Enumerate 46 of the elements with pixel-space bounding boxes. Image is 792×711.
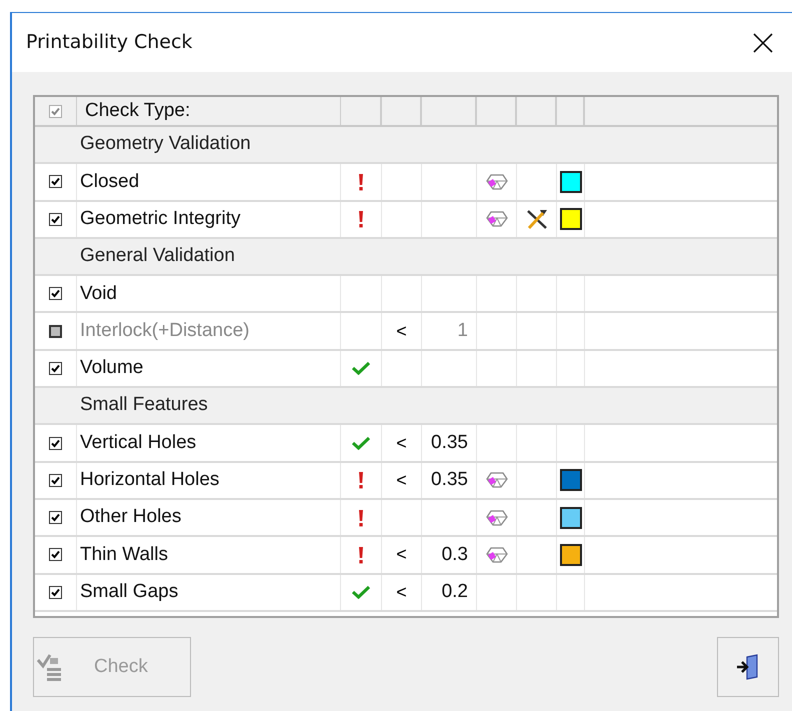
check-name: Small Gaps xyxy=(80,580,178,604)
checklist-icon xyxy=(36,652,64,682)
close-icon xyxy=(753,32,773,52)
check-name: Vertical Holes xyxy=(80,430,196,455)
checkbox[interactable] xyxy=(49,287,62,300)
gem-icon xyxy=(486,546,508,563)
checkbox[interactable] xyxy=(49,586,62,599)
operator: < xyxy=(396,320,407,343)
check-name: Volume xyxy=(80,356,144,380)
threshold-value[interactable]: 0.35 xyxy=(431,428,468,458)
color-swatch[interactable] xyxy=(560,506,582,529)
operator: < xyxy=(396,432,407,455)
check-name: Void xyxy=(80,282,117,306)
group-label: Geometry Validation xyxy=(79,132,251,156)
checkbox[interactable] xyxy=(49,436,62,450)
color-swatch[interactable] xyxy=(560,208,582,230)
check-name: Horizontal Holes xyxy=(80,468,220,492)
operator: < xyxy=(396,543,407,566)
gem-icon xyxy=(486,211,508,228)
operator: < xyxy=(396,580,407,604)
check-name: Closed xyxy=(80,170,140,194)
threshold-value[interactable]: 0.2 xyxy=(442,578,468,606)
checkbox[interactable] xyxy=(49,474,62,487)
group-label: Small Features xyxy=(79,393,208,418)
threshold-value[interactable]: 0.3 xyxy=(442,540,468,570)
color-swatch[interactable] xyxy=(560,170,582,193)
window-title: Printability Check xyxy=(26,30,192,56)
gem-icon xyxy=(486,472,508,488)
check-name: Interlock(+Distance) xyxy=(80,318,250,343)
gem-icon xyxy=(486,510,508,526)
checkbox[interactable] xyxy=(49,362,62,375)
check-name: Geometric Integrity xyxy=(80,206,240,231)
checkbox[interactable] xyxy=(49,511,62,524)
check-name: Other Holes xyxy=(80,505,182,530)
check-name: Thin Walls xyxy=(80,542,168,567)
hammer-wrench-icon xyxy=(524,208,548,230)
exit-button[interactable] xyxy=(717,637,779,697)
checkbox[interactable] xyxy=(49,548,62,562)
color-swatch[interactable] xyxy=(560,469,582,492)
color-swatch[interactable] xyxy=(560,544,582,566)
checkbox[interactable] xyxy=(49,212,62,226)
group-label: General Validation xyxy=(79,244,235,268)
checkbox[interactable] xyxy=(49,175,62,188)
gem-icon xyxy=(486,174,508,190)
operator: < xyxy=(396,468,407,492)
threshold-value[interactable]: 0.35 xyxy=(431,466,468,495)
